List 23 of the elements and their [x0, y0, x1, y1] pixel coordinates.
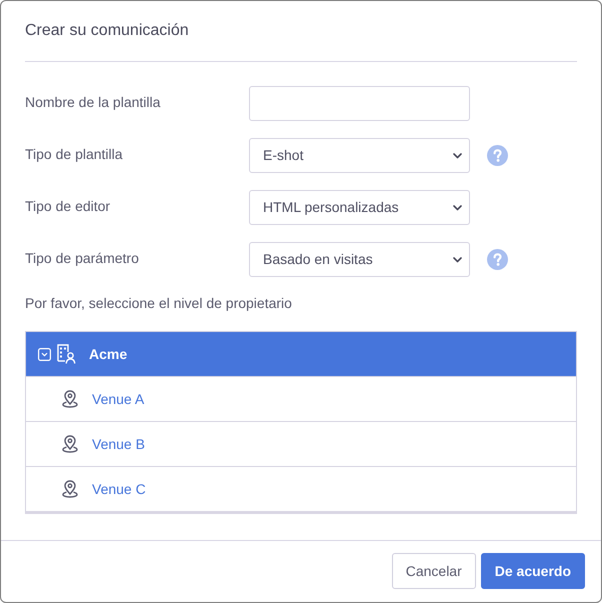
map-pin-icon [62, 435, 78, 453]
collapse-toggle-icon[interactable] [38, 348, 51, 360]
field-label: Tipo de editor [25, 198, 110, 214]
field-label: Nombre de la plantilla [25, 94, 160, 110]
help-icon[interactable] [487, 249, 508, 270]
field-label: Tipo de parámetro [25, 250, 139, 266]
map-pin-icon [62, 390, 78, 408]
caret-icon [453, 152, 462, 158]
template-name-field[interactable] [249, 86, 470, 121]
map-pin-icon [62, 480, 78, 498]
template-type-dropdown[interactable]: E-shot [249, 138, 470, 173]
parameter-type-dropdown[interactable]: Basado en visitas [249, 242, 470, 277]
caret-icon [453, 204, 462, 210]
tree-item[interactable]: Acme [26, 332, 576, 376]
help-icon[interactable] [487, 145, 508, 166]
caret-icon [453, 256, 462, 262]
cancel-button[interactable]: Cancelar [392, 553, 476, 589]
confirm-button[interactable]: De acuerdo [480, 553, 585, 589]
editor-type-dropdown[interactable]: HTML personalizadas [249, 190, 470, 225]
field-label: Tipo de plantilla [25, 146, 123, 162]
building-user-icon [57, 344, 76, 364]
dialog-title: Crear su comunicación [25, 21, 189, 41]
owner-level-prompt: Por favor, seleccione el nivel de propietario [25, 294, 292, 313]
